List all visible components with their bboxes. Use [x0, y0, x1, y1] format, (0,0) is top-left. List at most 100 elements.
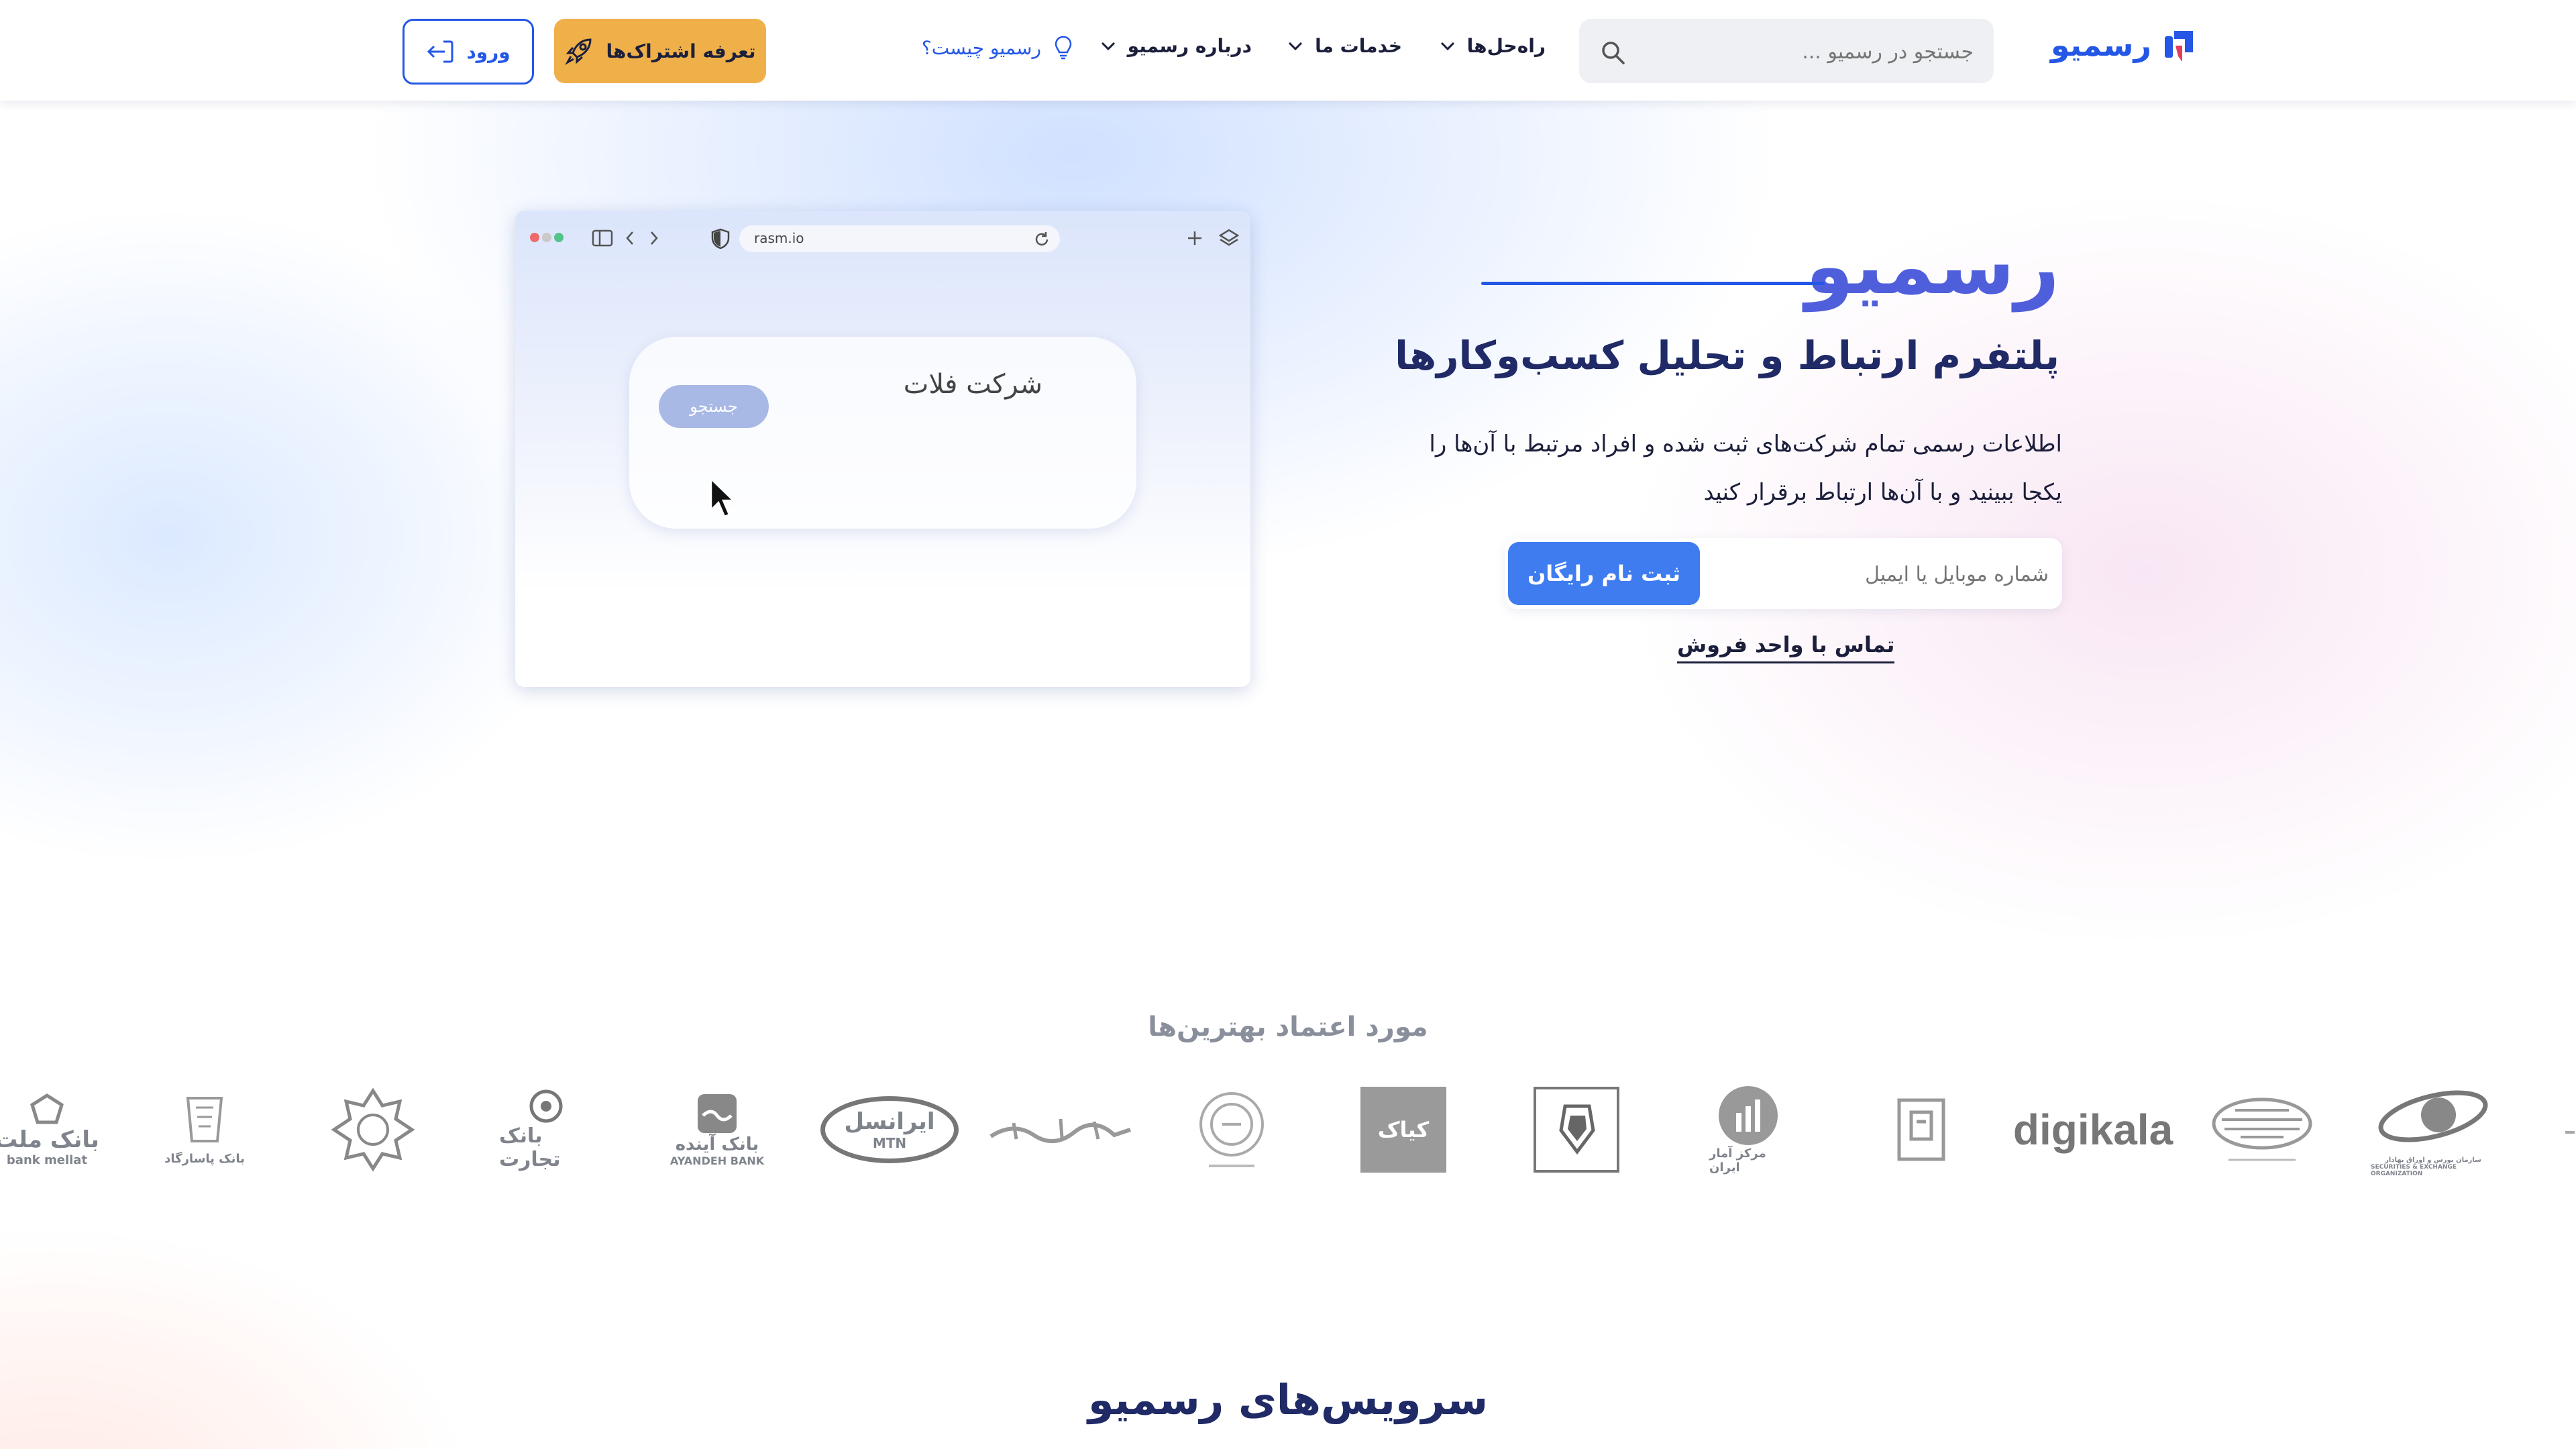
logo-open-banking-hub [1862, 1076, 1980, 1183]
logo-mark-icon [2165, 31, 2193, 62]
nav-services[interactable]: خدمات ما [1288, 35, 1402, 57]
logo-kayak-label: کیاک [1377, 1117, 1430, 1142]
forward-icon [651, 231, 658, 245]
browser-toolbar: rasm.io [515, 211, 1250, 252]
nav-about[interactable]: درباره رسمیو [1101, 35, 1252, 57]
logo-ayandeh-bank-sub: AYANDEH BANK [669, 1154, 765, 1167]
shaparak-icon [2212, 1097, 2312, 1161]
hero-divider [1481, 282, 1825, 285]
mockup-search-pill: جستجو [659, 385, 769, 428]
logo-partial-edge [2560, 1076, 2576, 1183]
logo-digikala-label: digikala [2012, 1106, 2174, 1154]
browser-mockup: rasm.io شرکت فلات جستجو [515, 211, 1250, 687]
logo-digikala: digikala [2012, 1076, 2174, 1183]
minimize-dot-icon [542, 233, 551, 242]
address-bar-url: rasm.io [754, 230, 804, 246]
maximize-dot-icon [554, 233, 564, 242]
mockup-search-card: شرکت فلات جستجو [629, 337, 1136, 529]
signup-form: ثبت نام رایگان [1505, 538, 2062, 609]
trusted-title: مورد اعتماد بهترین‌ها [1148, 1012, 1428, 1042]
tejarat-emblem-icon [1199, 1092, 1264, 1167]
calligraphy-icon [989, 1118, 1131, 1144]
open-banking-icon [1897, 1098, 1945, 1161]
nav-solutions-label: راه‌حل‌ها [1466, 35, 1546, 57]
logo-tejarat-emblem [1194, 1076, 1269, 1183]
free-signup-button[interactable]: ثبت نام رایگان [1508, 542, 1700, 605]
logo-irancell-sub: MTN [872, 1135, 907, 1151]
sidebar-icon [592, 229, 613, 247]
contact-sales-link[interactable]: تماس با واحد فروش [1677, 632, 1895, 663]
hero-description: اطلاعات رسمی تمام شرکت‌های ثبت شده و افر… [1429, 431, 2062, 506]
subscription-button-label: تعرفه اشتراک‌ها [606, 40, 756, 62]
nav-what-is-label: رسمیو چیست؟ [921, 36, 1041, 59]
kayak-box: کیاک [1360, 1087, 1446, 1173]
top-navbar: رسمیو راه‌حل‌ها خدمات ما درباره رسمیو رس… [0, 0, 2576, 101]
logo-bank-mellat-label: بانک ملت [0, 1126, 99, 1153]
mockup-search-pill-label: جستجو [690, 397, 738, 416]
logo-bank-tejarat: بانک تجارت [499, 1076, 593, 1183]
tejarat-icon [529, 1089, 563, 1123]
securities-icon [2378, 1090, 2488, 1142]
close-dot-icon [530, 233, 539, 242]
phone-email-input[interactable] [1732, 557, 2050, 592]
logo-bank-tejarat-label: بانک تجارت [499, 1124, 561, 1171]
search-input[interactable] [1657, 34, 1975, 70]
services-title: سرویس‌های رسمیو [1087, 1375, 1489, 1424]
logo-securities-org-sub: SECURITIES & EXCHANGE ORGANIZATION [2371, 1163, 2457, 1177]
chevron-down-icon [1101, 42, 1115, 50]
login-button[interactable]: ورود [402, 19, 534, 85]
shield-icon [711, 228, 730, 250]
bank-mellat-icon [30, 1093, 64, 1124]
mockup-company-text: شرکت فلات [903, 369, 1042, 400]
logo-bank-pasargad: بانک پاسارگاد [161, 1076, 248, 1183]
logo-ayandeh-bank: بانک آینده AYANDEH BANK [667, 1076, 767, 1183]
chevron-down-icon [1289, 42, 1303, 50]
search-icon[interactable] [1599, 39, 1626, 66]
logo-bank-pasargad-label: بانک پاسارگاد [164, 1151, 245, 1166]
free-signup-button-label: ثبت نام رایگان [1527, 561, 1681, 586]
logo-bank-mellat: بانک ملت bank mellat [0, 1076, 107, 1183]
mouse-cursor-icon [710, 478, 735, 518]
logo-irancell: ایرانسل MTN [817, 1076, 962, 1183]
logo-shaparak [2203, 1076, 2321, 1183]
partial-logo-icon [2565, 1131, 2575, 1134]
chevron-down-icon [1440, 42, 1454, 50]
logo-irancell-label: ایرانسل [844, 1108, 935, 1135]
logo-securities-org-label: سازمان بورس و اوراق بهادار [2385, 1156, 2481, 1164]
trusted-logos-strip: بانک ملت bank mellat بانک پاسارگاد بانک … [0, 1076, 2576, 1183]
logo-bank-mellat-sub: bank mellat [6, 1152, 88, 1167]
logo-text: رسمیو [2050, 27, 2151, 63]
logo-markaz-amar: مرکز آمار ایران [1709, 1076, 1787, 1183]
nav-about-label: درباره رسمیو [1127, 35, 1252, 57]
nav-services-label: خدمات ما [1315, 35, 1402, 57]
hero-background [0, 101, 2576, 1449]
logo-securities-org: سازمان بورس و اوراق بهادار SECURITIES & … [2371, 1076, 2496, 1183]
pasargad-icon [186, 1096, 223, 1142]
rosette-icon [331, 1087, 415, 1172]
site-logo[interactable]: رسمیو [2051, 25, 2197, 64]
hero-title: پلتفرم ارتباط و تحلیل کسب‌وکارها [1395, 333, 2059, 378]
back-icon [626, 231, 633, 245]
rocket-icon [564, 38, 592, 65]
nav-what-is[interactable]: رسمیو چیست؟ [922, 35, 1073, 60]
logo-ayandeh-bank-label: بانک آینده [675, 1134, 759, 1155]
logo-rosette-emblem [327, 1076, 419, 1183]
nav-solutions[interactable]: راه‌حل‌ها [1440, 35, 1546, 57]
logo-irankhodro [1532, 1076, 1621, 1183]
ayandeh-icon [698, 1093, 737, 1133]
reload-icon [1035, 232, 1049, 246]
irancell-ellipse: ایرانسل MTN [820, 1096, 959, 1163]
header-search[interactable] [1579, 19, 1994, 83]
login-icon [427, 40, 453, 63]
hero-brand: رسمیو [1805, 221, 2059, 312]
logo-markaz-amar-label: مرکز آمار ایران [1709, 1146, 1766, 1175]
new-tab-icon [1188, 231, 1201, 245]
logo-kayak: کیاک [1359, 1076, 1448, 1183]
login-button-label: ورود [466, 40, 511, 63]
address-bar: rasm.io [739, 225, 1060, 252]
logo-calligraphy [985, 1076, 1136, 1183]
layers-icon [1218, 229, 1240, 246]
subscription-button[interactable]: تعرفه اشتراک‌ها [554, 19, 766, 83]
markaz-amar-icon [1719, 1086, 1778, 1145]
irankhodro-icon [1534, 1087, 1619, 1173]
